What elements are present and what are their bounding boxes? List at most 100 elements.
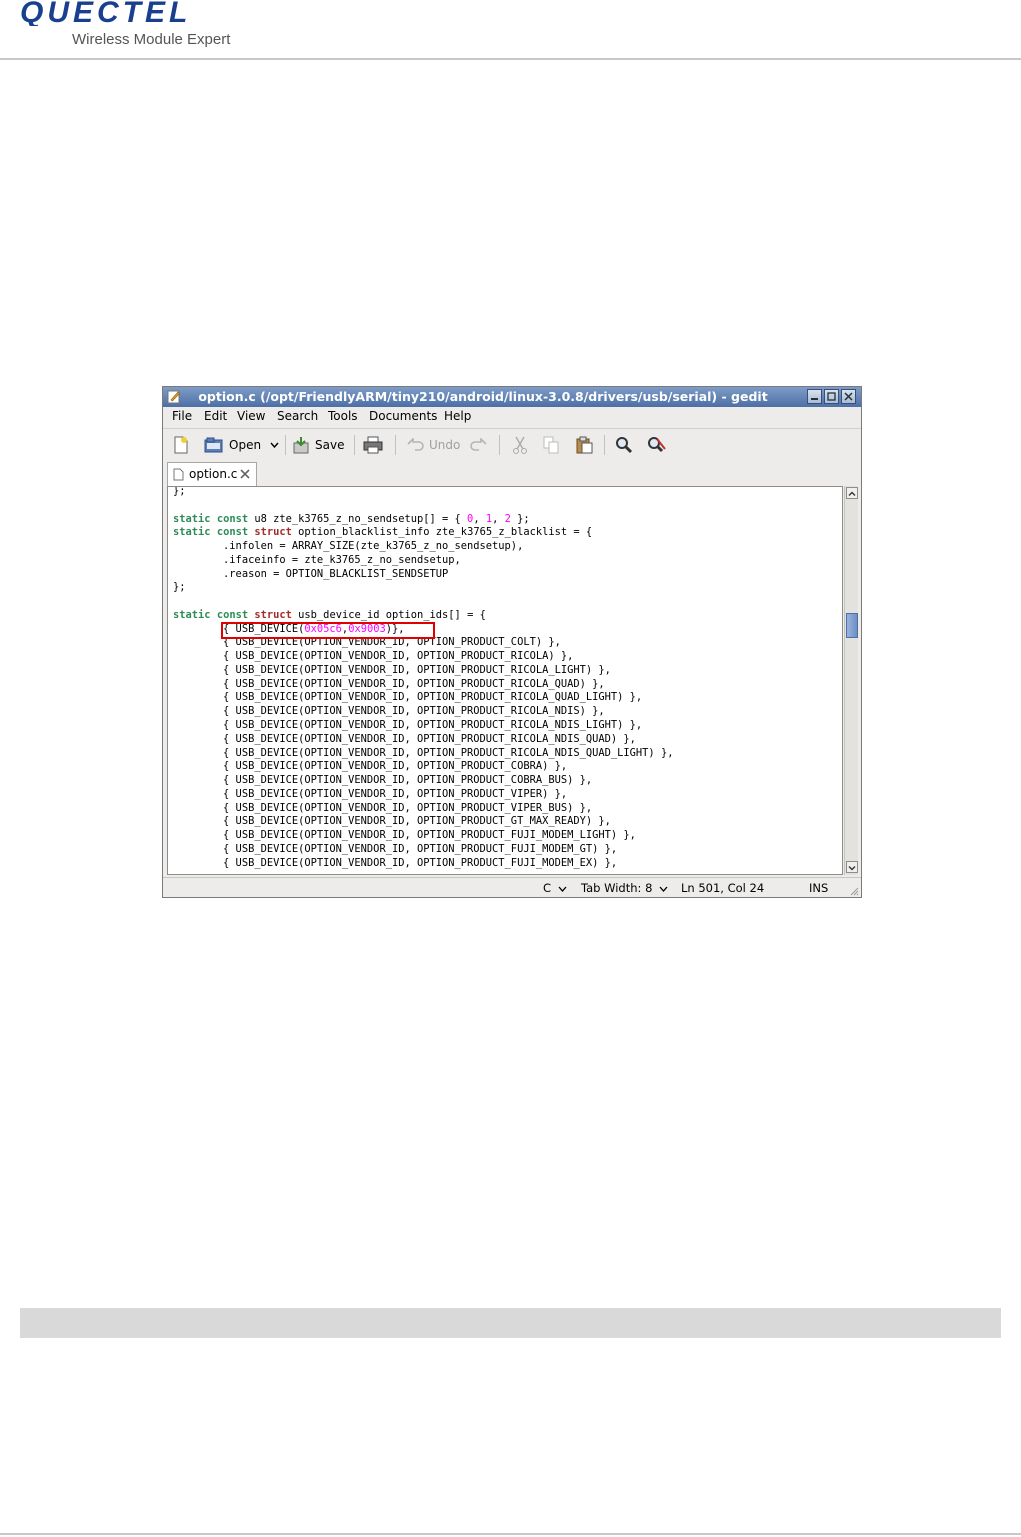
text-file-icon bbox=[173, 468, 184, 481]
code-line: { USB_DEVICE(OPTION_VENDOR_ID, OPTION_PR… bbox=[173, 760, 568, 773]
menu-documents[interactable]: Documents bbox=[369, 409, 437, 423]
tab-option-c[interactable]: option.c bbox=[167, 462, 257, 486]
code-line: static const u8 zte_k3765_z_no_sendsetup… bbox=[173, 512, 530, 525]
code-line: static const struct usb_device_id option… bbox=[173, 608, 486, 621]
find-replace-button[interactable] bbox=[647, 435, 667, 455]
scroll-down-button[interactable] bbox=[846, 861, 858, 873]
code-line: { USB_DEVICE(OPTION_VENDOR_ID, OPTION_PR… bbox=[173, 829, 636, 842]
find-button[interactable] bbox=[615, 435, 633, 455]
chevron-up-icon bbox=[848, 491, 856, 496]
find-replace-icon bbox=[648, 437, 666, 453]
toolbar-separator bbox=[499, 435, 500, 455]
cut-button[interactable] bbox=[512, 435, 528, 455]
menu-view[interactable]: View bbox=[237, 409, 265, 423]
code-line: { USB_DEVICE(OPTION_VENDOR_ID, OPTION_PR… bbox=[173, 774, 593, 787]
code-line: { USB_DEVICE(OPTION_VENDOR_ID, OPTION_PR… bbox=[173, 705, 605, 718]
header-divider bbox=[0, 58, 1021, 60]
minimize-icon bbox=[811, 398, 818, 400]
code-editor[interactable]: }; static const u8 zte_k3765_z_no_sendse… bbox=[167, 486, 843, 875]
tab-close-icon[interactable] bbox=[240, 469, 250, 479]
footer-divider bbox=[0, 1533, 1021, 1535]
language-value: C bbox=[543, 881, 552, 895]
redo-icon bbox=[470, 438, 487, 451]
code-line: { USB_DEVICE(OPTION_VENDOR_ID, OPTION_PR… bbox=[173, 732, 636, 745]
open-folder-icon bbox=[204, 437, 223, 453]
menu-file[interactable]: File bbox=[172, 409, 192, 423]
paste-button[interactable] bbox=[575, 435, 593, 455]
scroll-up-button[interactable] bbox=[846, 487, 858, 499]
menu-edit[interactable]: Edit bbox=[204, 409, 227, 423]
svg-text:QUECTEL: QUECTEL bbox=[20, 0, 191, 26]
save-button[interactable]: Save bbox=[292, 435, 344, 455]
scissors-icon bbox=[513, 436, 527, 454]
close-window-button[interactable] bbox=[841, 389, 856, 404]
tab-width-selector[interactable]: Tab Width: 8 bbox=[581, 881, 668, 895]
code-line: .infolen = ARRAY_SIZE(zte_k3765_z_no_sen… bbox=[173, 540, 524, 553]
code-line: { USB_DEVICE(OPTION_VENDOR_ID, OPTION_PR… bbox=[173, 801, 593, 814]
gedit-window: option.c (/opt/FriendlyARM/tiny210/andro… bbox=[162, 386, 862, 898]
close-icon bbox=[844, 392, 853, 401]
section-band bbox=[20, 1308, 1001, 1338]
paste-icon bbox=[576, 436, 593, 454]
language-selector[interactable]: C bbox=[543, 881, 567, 895]
chevron-down-icon bbox=[848, 866, 856, 871]
code-line: .reason = OPTION_BLACKLIST_SENDSETUP bbox=[173, 567, 449, 580]
tab-label: option.c bbox=[189, 467, 238, 481]
toolbar: Open Save Undo bbox=[163, 428, 861, 459]
code-line: { USB_DEVICE(OPTION_VENDOR_ID, OPTION_PR… bbox=[173, 691, 643, 704]
undo-label: Undo bbox=[429, 438, 461, 452]
menu-help[interactable]: Help bbox=[444, 409, 471, 423]
save-icon bbox=[293, 437, 309, 454]
code-line: { USB_DEVICE(OPTION_VENDOR_ID, OPTION_PR… bbox=[173, 663, 611, 676]
scrollbar-thumb[interactable] bbox=[846, 613, 858, 638]
chevron-down-icon[interactable] bbox=[270, 442, 279, 448]
cursor-position: Ln 501, Col 24 bbox=[681, 881, 765, 895]
code-line: { USB_DEVICE(OPTION_VENDOR_ID, OPTION_PR… bbox=[173, 746, 674, 759]
toolbar-separator bbox=[354, 435, 355, 455]
code-line: { USB_DEVICE(OPTION_VENDOR_ID, OPTION_PR… bbox=[173, 650, 574, 663]
menu-tools[interactable]: Tools bbox=[328, 409, 358, 423]
code-line: static const struct option_blacklist_inf… bbox=[173, 526, 593, 539]
code-line: }; bbox=[173, 581, 186, 594]
title-bar[interactable]: option.c (/opt/FriendlyARM/tiny210/andro… bbox=[163, 387, 861, 407]
redo-button[interactable] bbox=[470, 435, 488, 455]
copy-button[interactable] bbox=[543, 435, 559, 455]
toolbar-separator bbox=[285, 435, 286, 455]
search-icon bbox=[616, 437, 633, 454]
minimize-button[interactable] bbox=[807, 389, 822, 404]
open-button[interactable]: Open bbox=[204, 435, 279, 455]
code-line: { USB_DEVICE(OPTION_VENDOR_ID, OPTION_PR… bbox=[173, 787, 568, 800]
status-bar: C Tab Width: 8 Ln 501, Col 24 INS bbox=[163, 877, 861, 898]
toolbar-separator bbox=[604, 435, 605, 455]
tagline: Wireless Module Expert bbox=[72, 31, 231, 48]
code-line: .ifaceinfo = zte_k3765_z_no_sendsetup, bbox=[173, 553, 461, 566]
code-line: { USB_DEVICE(OPTION_VENDOR_ID, OPTION_PR… bbox=[173, 842, 618, 855]
code-line: }; bbox=[173, 486, 186, 497]
menu-bar: File Edit View Search Tools Documents He… bbox=[163, 407, 861, 427]
code-line: { USB_DEVICE(OPTION_VENDOR_ID, OPTION_PR… bbox=[173, 815, 611, 828]
resize-grip-icon[interactable] bbox=[849, 886, 859, 896]
code-line: { USB_DEVICE(OPTION_VENDOR_ID, OPTION_PR… bbox=[173, 677, 605, 690]
vertical-scrollbar[interactable] bbox=[844, 486, 858, 875]
document-tabs: option.c bbox=[163, 460, 861, 486]
print-button[interactable] bbox=[363, 435, 383, 455]
maximize-icon bbox=[827, 392, 836, 401]
undo-icon bbox=[407, 438, 424, 451]
printer-icon bbox=[363, 436, 383, 454]
maximize-button[interactable] bbox=[824, 389, 839, 404]
new-document-icon bbox=[174, 436, 188, 454]
quectel-logo: QUECTEL bbox=[20, 0, 191, 26]
new-button[interactable] bbox=[172, 435, 190, 455]
insert-mode: INS bbox=[809, 881, 829, 895]
copy-icon bbox=[543, 436, 559, 454]
tab-width-value: Tab Width: 8 bbox=[581, 881, 653, 895]
undo-button[interactable]: Undo bbox=[406, 435, 460, 455]
chevron-down-icon bbox=[558, 886, 567, 892]
toolbar-separator bbox=[395, 435, 396, 455]
menu-search[interactable]: Search bbox=[277, 409, 318, 423]
window-title: option.c (/opt/FriendlyARM/tiny210/andro… bbox=[198, 389, 768, 404]
code-content: }; static const u8 zte_k3765_z_no_sendse… bbox=[173, 486, 674, 870]
code-line: { USB_DEVICE(OPTION_VENDOR_ID, OPTION_PR… bbox=[173, 856, 618, 869]
code-line: { USB_DEVICE(OPTION_VENDOR_ID, OPTION_PR… bbox=[173, 719, 643, 732]
